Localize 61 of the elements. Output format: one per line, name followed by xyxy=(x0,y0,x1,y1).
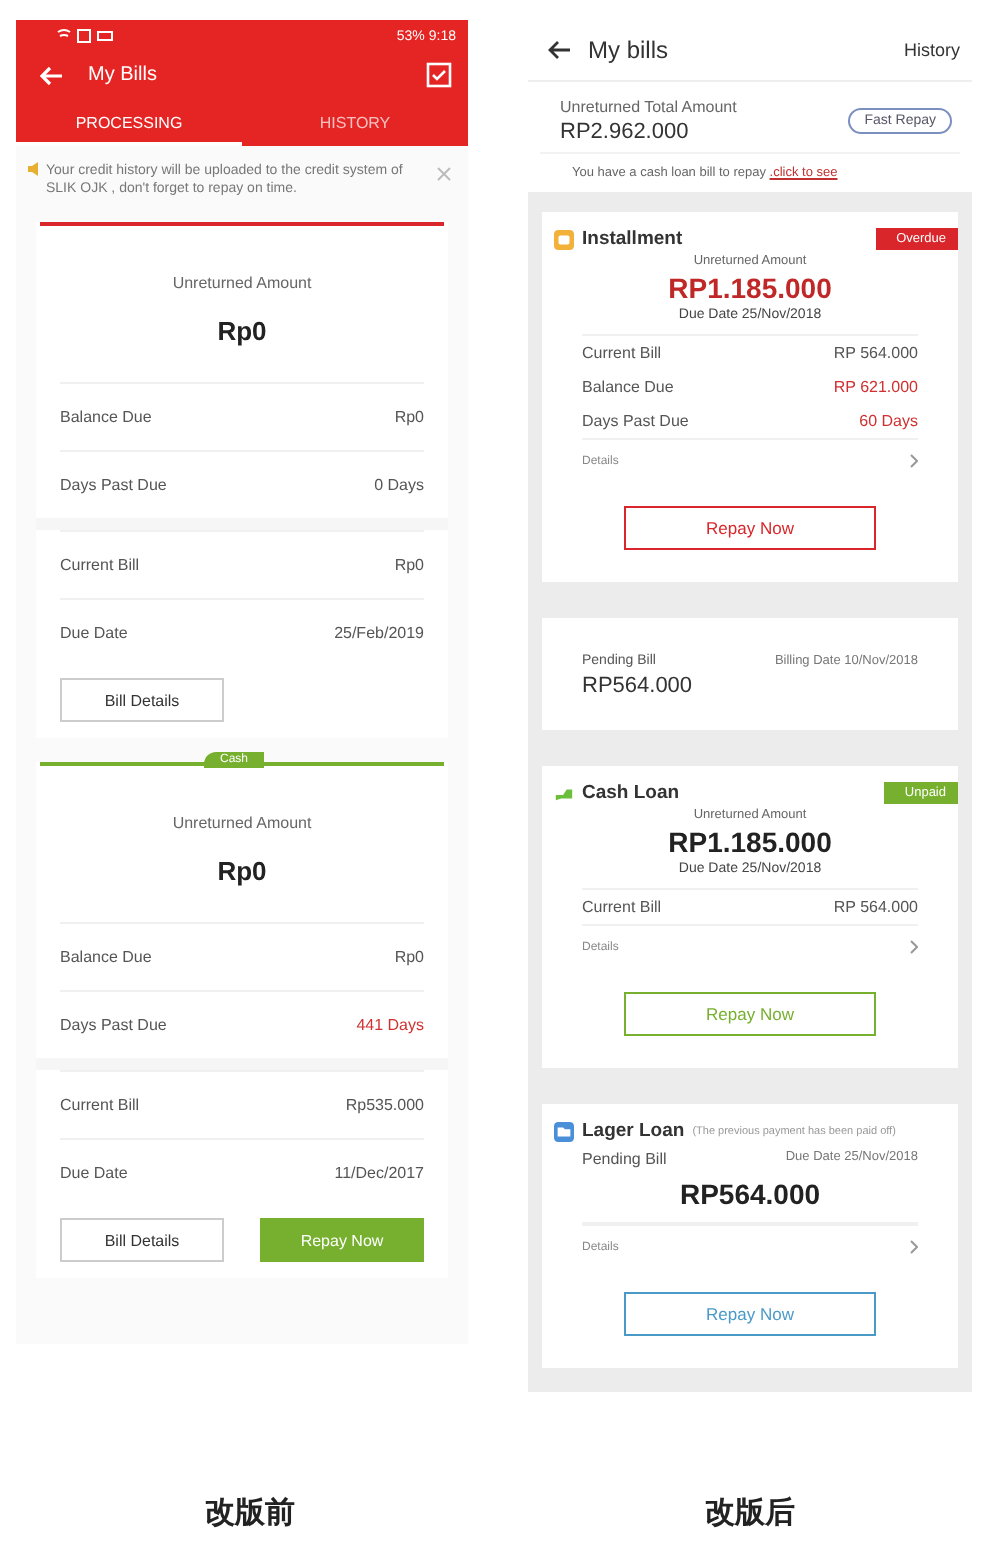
total-amount: RP2.962.000 xyxy=(560,120,691,144)
row-label: Current Bill xyxy=(60,1096,140,1115)
row-label: Balance Due xyxy=(60,948,152,967)
row-value: 11/Dec/2017 xyxy=(334,1164,424,1183)
amount-value: RP564.000 xyxy=(677,1178,823,1210)
row-label: Current Bill xyxy=(582,898,662,916)
pending-amount: RP564.000 xyxy=(580,674,695,698)
page-title: My bills xyxy=(588,36,669,64)
row-value: 25/Feb/2019 xyxy=(334,624,424,643)
status-icons xyxy=(56,28,116,44)
row-value: Rp535.000 xyxy=(345,1096,424,1115)
chevron-icon[interactable] xyxy=(910,454,918,468)
card-title: Cash Loan xyxy=(582,782,680,804)
row-value: Rp0 xyxy=(394,408,424,427)
row-value: Rp0 xyxy=(394,948,424,967)
details-button[interactable]: Bill Details xyxy=(60,1218,224,1263)
row-label: Days Past Due xyxy=(60,1016,167,1035)
amount-value: RP1.185.000 xyxy=(666,272,834,304)
folder-icon xyxy=(554,1121,574,1141)
row-label: Current Bill xyxy=(60,556,140,575)
caption: 改版后 xyxy=(703,1494,797,1532)
row-label: Due Date xyxy=(60,1164,128,1183)
row-value: 60 Days xyxy=(859,412,918,430)
page-title: My Bills xyxy=(88,64,157,86)
checklist-icon[interactable] xyxy=(426,62,452,88)
row-value: RP 564.000 xyxy=(833,344,918,362)
row-value: 0 Days xyxy=(374,476,424,495)
tab[interactable]: HISTORY xyxy=(242,104,468,146)
amount-value: RP1.185.000 xyxy=(666,826,834,858)
wallet-icon xyxy=(554,229,574,249)
repay-button[interactable]: Repay Now xyxy=(624,1292,876,1336)
history-link[interactable]: History xyxy=(903,40,960,60)
repay-button[interactable]: Repay Now xyxy=(624,506,876,550)
tab[interactable]: PROCESSING xyxy=(16,104,242,146)
row-label: Due Date xyxy=(60,624,128,643)
row-value: Rp0 xyxy=(394,556,424,575)
close-icon[interactable] xyxy=(436,166,452,182)
row-label: Balance Due xyxy=(60,408,152,427)
amount-label: Unreturned Amount xyxy=(170,274,314,293)
row-value: 441 Days xyxy=(356,1016,424,1035)
row-label: Days Past Due xyxy=(582,412,689,430)
amount-label: Unreturned Amount xyxy=(170,814,314,833)
chevron-icon[interactable] xyxy=(910,940,918,954)
pending-label: Pending Bill xyxy=(582,1150,667,1168)
amount-value: Rp0 xyxy=(215,856,269,887)
total-label: Unreturned Total Amount xyxy=(560,98,737,116)
repay-button[interactable]: Repay Now xyxy=(624,992,876,1036)
card-title: Lager Loan xyxy=(582,1120,685,1142)
speaker-icon xyxy=(28,162,42,176)
row-value: RP 621.000 xyxy=(833,378,918,396)
card-title: Installment xyxy=(582,228,683,250)
row-label: Current Bill xyxy=(582,344,662,362)
caption: 改版前 xyxy=(203,1494,297,1532)
chevron-icon[interactable] xyxy=(910,1240,918,1254)
back-arrow-icon[interactable] xyxy=(548,40,572,60)
row-label: Balance Due xyxy=(582,378,674,396)
row-label: Days Past Due xyxy=(60,476,167,495)
row-value: RP 564.000 xyxy=(833,898,918,916)
amount-value: Rp0 xyxy=(215,316,269,347)
details-button[interactable]: Bill Details xyxy=(60,678,224,723)
repay-button[interactable]: Repay Now xyxy=(260,1218,424,1263)
